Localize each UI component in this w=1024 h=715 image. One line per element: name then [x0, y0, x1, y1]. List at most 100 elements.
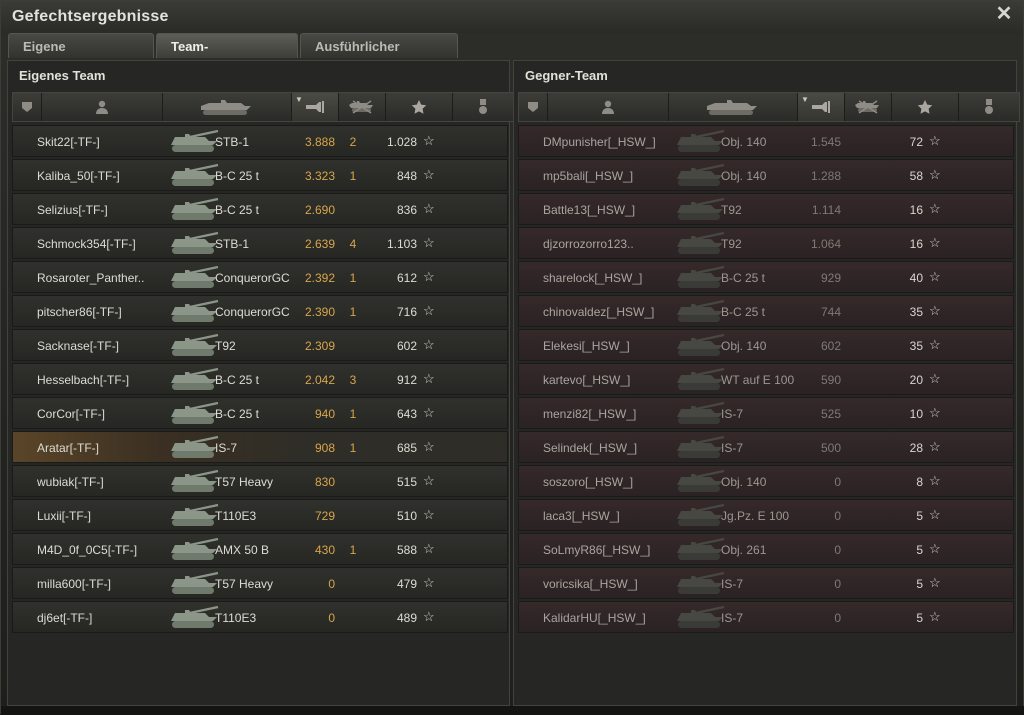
star-icon: ☆: [929, 269, 941, 284]
table-row[interactable]: dj6et[-TF-] T110E3 0 489 ☆: [12, 601, 508, 633]
table-row[interactable]: Schmock354[-TF-] STB-1 2.639 4 1.103 ☆: [12, 227, 508, 259]
star-icon: ☆: [423, 133, 435, 148]
table-row[interactable]: pitscher86[-TF-] ConquerorGC 2.390 1 716 ☆: [12, 295, 508, 327]
tank-icon[interactable]: [669, 93, 798, 121]
tank-icon: [675, 536, 725, 564]
damage-icon[interactable]: ▼: [798, 93, 845, 121]
table-row[interactable]: Battle13[_HSW_] T92 1.114 16 ☆: [518, 193, 1014, 225]
table-row[interactable]: Selindek[_HSW_] IS-7 500 28 ☆: [518, 431, 1014, 463]
table-row[interactable]: soszoro[_HSW_] Obj. 140 0 8 ☆: [518, 465, 1014, 497]
xp-value: 58: [909, 169, 923, 183]
damage-value: 3.323: [304, 169, 335, 183]
tab-eigene-auswertung[interactable]: Eigene Auswertung: [8, 33, 154, 79]
damage-value: 0: [834, 509, 841, 523]
damage-value: 500: [820, 441, 841, 455]
table-row[interactable]: kartevo[_HSW_] WT auf E 100 590 20 ☆: [518, 363, 1014, 395]
table-row[interactable]: wubiak[-TF-] T57 Heavy 830 515 ☆: [12, 465, 508, 497]
player-name: SoLmyR86[_HSW_]: [543, 543, 651, 557]
table-row[interactable]: Selizius[-TF-] B-C 25 t 2.690 836 ☆: [12, 193, 508, 225]
table-row[interactable]: Kaliba_50[-TF-] B-C 25 t 3.323 1 848 ☆: [12, 159, 508, 191]
tank-icon: [169, 332, 219, 360]
tank-icon: [169, 298, 219, 326]
tank-icon: [675, 264, 725, 292]
close-icon[interactable]: ✕: [995, 4, 1013, 24]
table-row[interactable]: CorCor[-TF-] B-C 25 t 940 1 643 ☆: [12, 397, 508, 429]
table-row[interactable]: Sacknase[-TF-] T92 2.309 602 ☆: [12, 329, 508, 361]
kills-icon[interactable]: [339, 93, 386, 121]
tank-icon: [169, 196, 219, 224]
table-row[interactable]: Aratar[-TF-] IS-7 908 1 685 ☆: [12, 431, 508, 463]
table-row[interactable]: Hesselbach[-TF-] B-C 25 t 2.042 3 912 ☆: [12, 363, 508, 395]
kills-value: 3: [349, 373, 357, 387]
xp-value: 8: [916, 475, 923, 489]
table-row[interactable]: Luxii[-TF-] T110E3 729 510 ☆: [12, 499, 508, 531]
star-icon: ☆: [423, 439, 435, 454]
table-row[interactable]: mp5bali[_HSW_] Obj. 140 1.288 58 ☆: [518, 159, 1014, 191]
xp-value: 35: [909, 305, 923, 319]
star-icon: ☆: [423, 269, 435, 284]
xp-value: 10: [909, 407, 923, 421]
tab-ausfuehrlicher-bericht[interactable]: Ausführlicher Bericht: [300, 33, 458, 79]
tank-icon: [675, 400, 725, 428]
tank-icon: [675, 332, 725, 360]
tank-icon: [169, 400, 219, 428]
table-row[interactable]: sharelock[_HSW_] B-C 25 t 929 40 ☆: [518, 261, 1014, 293]
star-icon: ☆: [423, 337, 435, 352]
squad-icon[interactable]: [13, 93, 42, 121]
table-row[interactable]: milla600[-TF-] T57 Heavy 0 479 ☆: [12, 567, 508, 599]
tank-icon: [675, 298, 725, 326]
table-row[interactable]: djzorrozorro123.. T92 1.064 16 ☆: [518, 227, 1014, 259]
damage-value: 430: [314, 543, 335, 557]
damage-value: 744: [820, 305, 841, 319]
star-icon: ☆: [929, 473, 941, 488]
kills-icon[interactable]: [845, 93, 892, 121]
tank-icon: [169, 570, 219, 598]
damage-value: 0: [328, 611, 335, 625]
damage-value: 1.288: [810, 169, 841, 183]
player-name: Selindek[_HSW_]: [543, 441, 638, 455]
own-team-panel: Eigenes Team ▼ Skit22[-TF-] STB-1 3.888 …: [7, 60, 514, 706]
player-icon[interactable]: [42, 93, 163, 121]
table-row[interactable]: Skit22[-TF-] STB-1 3.888 2 1.028 ☆: [12, 125, 508, 157]
player-name: wubiak[-TF-]: [37, 475, 104, 489]
table-row[interactable]: M4D_0f_0C5[-TF-] AMX 50 B 430 1 588 ☆: [12, 533, 508, 565]
kills-value: 2: [349, 135, 357, 149]
squad-icon[interactable]: [519, 93, 548, 121]
tank-icon: [169, 162, 219, 190]
star-icon: ☆: [423, 201, 435, 216]
tank-icon: [675, 230, 725, 258]
table-row[interactable]: Rosaroter_Panther.. ConquerorGC 2.392 1 612 ☆: [12, 261, 508, 293]
table-row[interactable]: SoLmyR86[_HSW_] Obj. 261 0 5 ☆: [518, 533, 1014, 565]
tank-icon[interactable]: [163, 93, 292, 121]
star-icon: ☆: [929, 439, 941, 454]
star-icon: ☆: [929, 337, 941, 352]
enemy-team-panel: Gegner-Team ▼ DMpunisher[_HSW_] Obj. 140…: [513, 60, 1020, 706]
damage-icon[interactable]: ▼: [292, 93, 339, 121]
star-icon: ☆: [423, 575, 435, 590]
table-row[interactable]: Elekesi[_HSW_] Obj. 140 602 35 ☆: [518, 329, 1014, 361]
table-row[interactable]: DMpunisher[_HSW_] Obj. 140 1.545 72 ☆: [518, 125, 1014, 157]
tab-team-auswertung[interactable]: Team-Auswertung: [156, 33, 298, 79]
xp-value: 16: [909, 237, 923, 251]
star-icon: ☆: [929, 133, 941, 148]
player-name: Kaliba_50[-TF-]: [37, 169, 120, 183]
kills-value: 1: [349, 441, 357, 455]
player-icon[interactable]: [548, 93, 669, 121]
table-row[interactable]: voricsika[_HSW_] IS-7 0 5 ☆: [518, 567, 1014, 599]
own-team-rows: Skit22[-TF-] STB-1 3.888 2 1.028 ☆ Kaliba_50[-…: [12, 125, 508, 635]
table-row[interactable]: KalidarHU[_HSW_] IS-7 0 5 ☆: [518, 601, 1014, 633]
xp-value: 40: [909, 271, 923, 285]
table-row[interactable]: laca3[_HSW_] Jg.Pz. E 100 0 5 ☆: [518, 499, 1014, 531]
player-name: Battle13[_HSW_]: [543, 203, 636, 217]
medal-icon[interactable]: [959, 93, 1019, 121]
table-row[interactable]: chinovaldez[_HSW_] B-C 25 t 744 35 ☆: [518, 295, 1014, 327]
medal-icon[interactable]: [453, 93, 513, 121]
damage-value: 0: [834, 577, 841, 591]
xp-star-icon[interactable]: [892, 93, 959, 121]
xp-star-icon[interactable]: [386, 93, 453, 121]
table-row[interactable]: menzi82[_HSW_] IS-7 525 10 ☆: [518, 397, 1014, 429]
player-name: menzi82[_HSW_]: [543, 407, 637, 421]
player-name: Hesselbach[-TF-]: [37, 373, 130, 387]
xp-value: 20: [909, 373, 923, 387]
tank-icon: [169, 468, 219, 496]
